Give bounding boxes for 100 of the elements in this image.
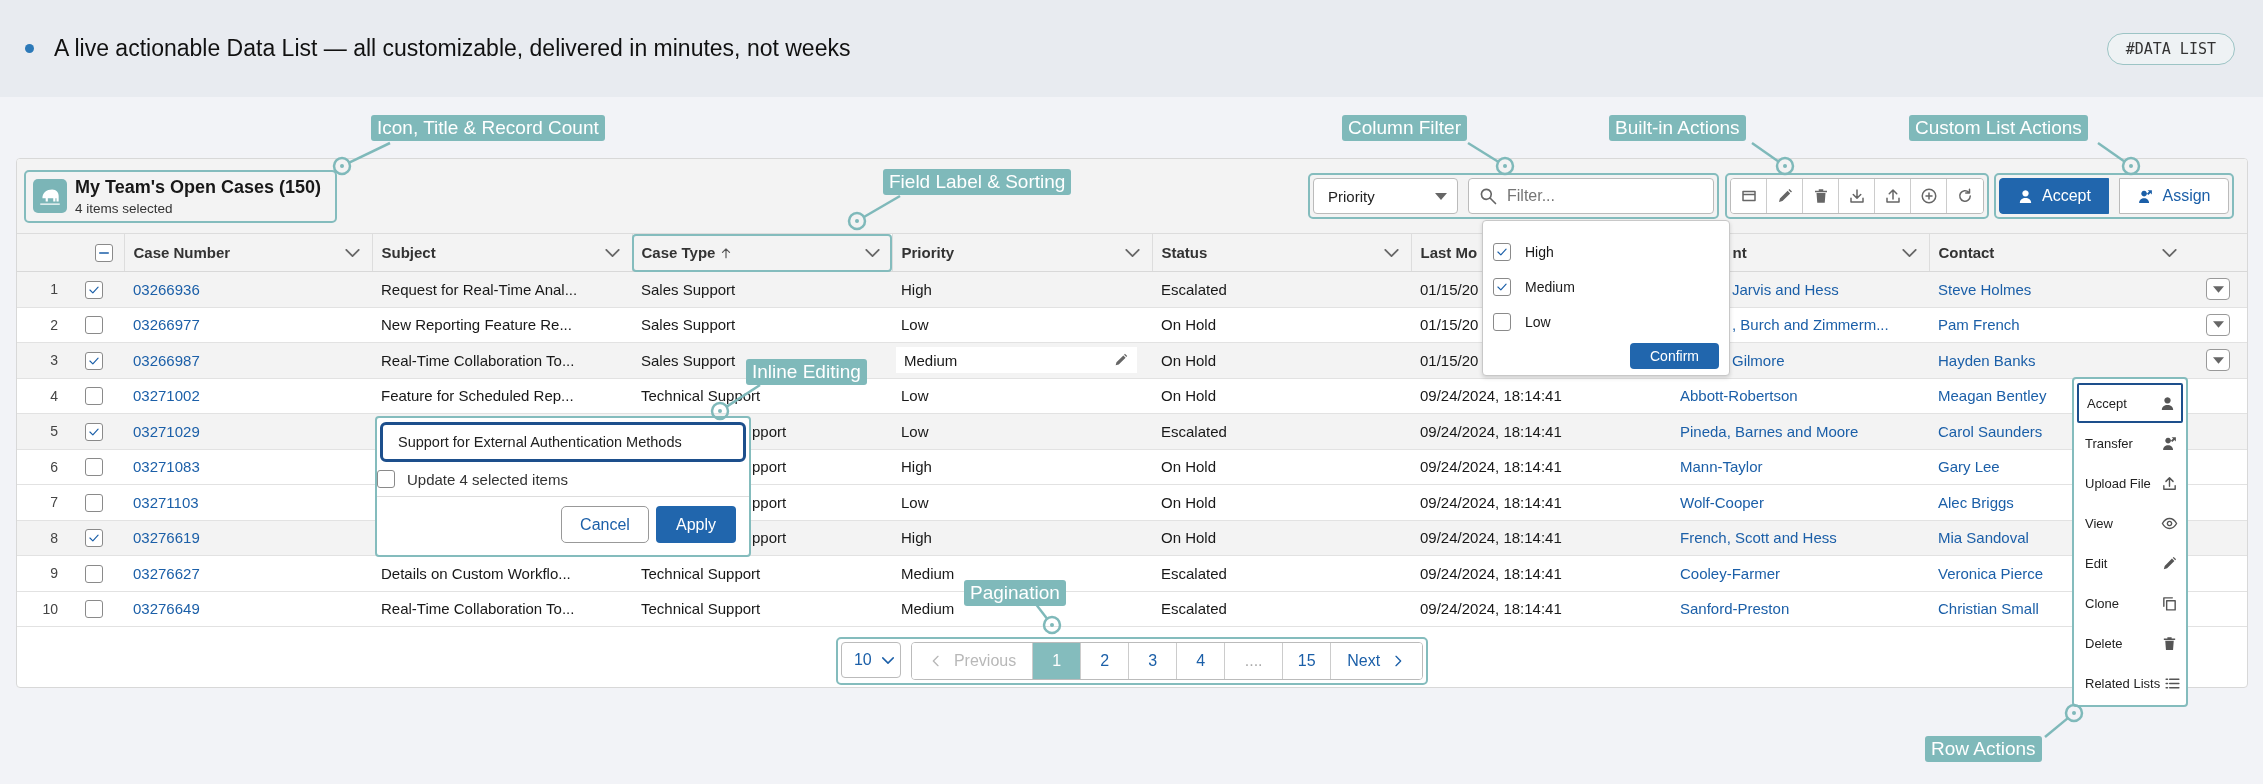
row-number: 6: [17, 449, 72, 485]
record-link[interactable]: Carol Saunders: [1938, 422, 2043, 440]
toolbar-button[interactable]: [1731, 179, 1767, 213]
record-link[interactable]: 03276649: [133, 600, 200, 618]
row-checkbox[interactable]: [85, 458, 103, 477]
record-link[interactable]: 03271029: [133, 422, 200, 440]
toolbar-button[interactable]: [1875, 179, 1911, 213]
column-header[interactable]: Contact: [1929, 234, 2189, 272]
option-checkbox[interactable]: [1493, 242, 1511, 261]
menu-item[interactable]: Accept: [2077, 383, 2183, 423]
menu-item[interactable]: Delete: [2077, 623, 2183, 663]
column-header[interactable]: Status: [1152, 234, 1411, 272]
record-link[interactable]: Gilmore: [1732, 351, 1785, 369]
record-link[interactable]: Jarvis and Hess: [1732, 280, 1839, 298]
record-link[interactable]: Christian Small: [1938, 600, 2039, 618]
chevron-down-icon: [344, 249, 360, 257]
menu-item[interactable]: Transfer: [2077, 423, 2183, 463]
caret-down-icon: [2212, 285, 2224, 293]
toolbar-button[interactable]: [1839, 179, 1875, 213]
callout-label: Pagination: [964, 580, 1066, 606]
row-checkbox[interactable]: [85, 600, 103, 619]
row-checkbox[interactable]: [85, 280, 103, 299]
record-link[interactable]: 03266987: [133, 351, 200, 369]
menu-item[interactable]: Related Lists: [2077, 663, 2183, 703]
row-checkbox[interactable]: [85, 564, 103, 583]
select-all-checkbox[interactable]: [95, 244, 114, 262]
record-link[interactable]: Pam French: [1938, 316, 2020, 334]
menu-item[interactable]: Upload File: [2077, 463, 2183, 503]
toolbar-button[interactable]: [1803, 179, 1839, 213]
cell-text: 09/24/2024, 18:14:41: [1420, 493, 1562, 511]
toolbar-button[interactable]: [1911, 179, 1947, 213]
record-link[interactable]: Meagan Bentley: [1938, 387, 2047, 405]
record-link[interactable]: Hayden Banks: [1938, 351, 2036, 369]
record-link[interactable]: 03266936: [133, 280, 200, 298]
text-field[interactable]: Support for External Authentication Methods: [380, 422, 746, 462]
record-link[interactable]: Steve Holmes: [1938, 280, 2032, 298]
column-header[interactable]: Priority: [892, 234, 1152, 272]
row-checkbox[interactable]: [85, 529, 103, 548]
toolbar-button[interactable]: [1947, 179, 1983, 213]
toolbar-button[interactable]: [1767, 179, 1803, 213]
row-checkbox[interactable]: [85, 351, 103, 370]
record-link[interactable]: Veronica Pierce: [1938, 564, 2044, 582]
field-select[interactable]: Priority: [1313, 178, 1458, 214]
cell-text: High: [901, 529, 932, 547]
apply-button[interactable]: Apply: [656, 506, 736, 543]
checkbox-label[interactable]: Update 4 selected items: [407, 470, 568, 488]
record-link[interactable]: 03276627: [133, 564, 200, 582]
cell-text: Feature for Scheduled Rep...: [381, 387, 574, 405]
row-checkbox[interactable]: [85, 316, 103, 335]
cell-text: 09/24/2024, 18:14:41: [1420, 458, 1562, 476]
record-link[interactable]: 03271103: [133, 493, 199, 511]
record-link[interactable]: French, Scott and Hess: [1680, 529, 1837, 547]
cell-text: Low: [901, 493, 929, 511]
record-link[interactable]: Wolf-Cooper: [1680, 493, 1764, 511]
record-link[interactable]: Alec Briggs: [1938, 493, 2014, 511]
cell-text: Real-Time Collaboration To...: [381, 600, 575, 618]
cell-text: On Hold: [1161, 493, 1217, 511]
record-link[interactable]: , Burch and Zimmerm...: [1732, 316, 1889, 334]
menu-item[interactable]: Clone: [2077, 583, 2183, 623]
record-link[interactable]: 03266977: [133, 316, 200, 334]
cancel-button[interactable]: Cancel: [561, 506, 649, 543]
cell-text: Escalated: [1161, 564, 1227, 582]
column-header[interactable]: Subject: [372, 234, 632, 272]
action-button[interactable]: Accept: [1999, 178, 2109, 214]
update-checkbox[interactable]: [377, 470, 395, 488]
row-checkbox[interactable]: [85, 422, 103, 441]
page-size-select[interactable]: 10: [840, 642, 901, 678]
record-link[interactable]: 03271002: [133, 387, 200, 405]
option-checkbox[interactable]: [1493, 312, 1511, 331]
row-action-button[interactable]: [2206, 313, 2230, 336]
option-label[interactable]: Low: [1525, 313, 1551, 330]
record-link[interactable]: Mann-Taylor: [1680, 458, 1763, 476]
upload-icon: [1883, 187, 1902, 205]
record-link[interactable]: 03271083: [133, 458, 200, 476]
search-field[interactable]: Filter...: [1468, 178, 1714, 214]
tag: #DATA LIST: [2106, 32, 2235, 65]
column-header[interactable]: Case Number: [124, 234, 372, 272]
list-title: My Team's Open Cases (150): [75, 176, 322, 198]
record-link[interactable]: Gary Lee: [1938, 458, 2000, 476]
option-label[interactable]: High: [1525, 243, 1554, 260]
column-header[interactable]: Case Type: [632, 234, 892, 272]
record-link[interactable]: Pineda, Barnes and Moore: [1680, 422, 1859, 440]
record-link[interactable]: Sanford-Preston: [1680, 600, 1790, 618]
menu-item[interactable]: Edit: [2077, 543, 2183, 583]
cell-text: High: [901, 458, 932, 476]
row-action-button[interactable]: [2206, 349, 2230, 372]
record-link[interactable]: Mia Sandoval: [1938, 529, 2029, 547]
row-action-button[interactable]: [2206, 278, 2230, 301]
record-link[interactable]: Cooley-Farmer: [1680, 564, 1781, 582]
menu-item[interactable]: View: [2077, 503, 2183, 543]
confirm-button[interactable]: Confirm: [1630, 343, 1719, 369]
record-link[interactable]: Abbott-Robertson: [1680, 387, 1798, 405]
option-label[interactable]: Medium: [1525, 278, 1575, 295]
row-checkbox[interactable]: [85, 387, 103, 406]
callout-label: Row Actions: [1925, 736, 2042, 762]
row-checkbox[interactable]: [85, 493, 103, 512]
action-button[interactable]: Assign: [2119, 178, 2229, 214]
option-checkbox[interactable]: [1493, 277, 1511, 296]
chevron-down-icon: [1901, 249, 1917, 257]
record-link[interactable]: 03276619: [133, 529, 200, 547]
